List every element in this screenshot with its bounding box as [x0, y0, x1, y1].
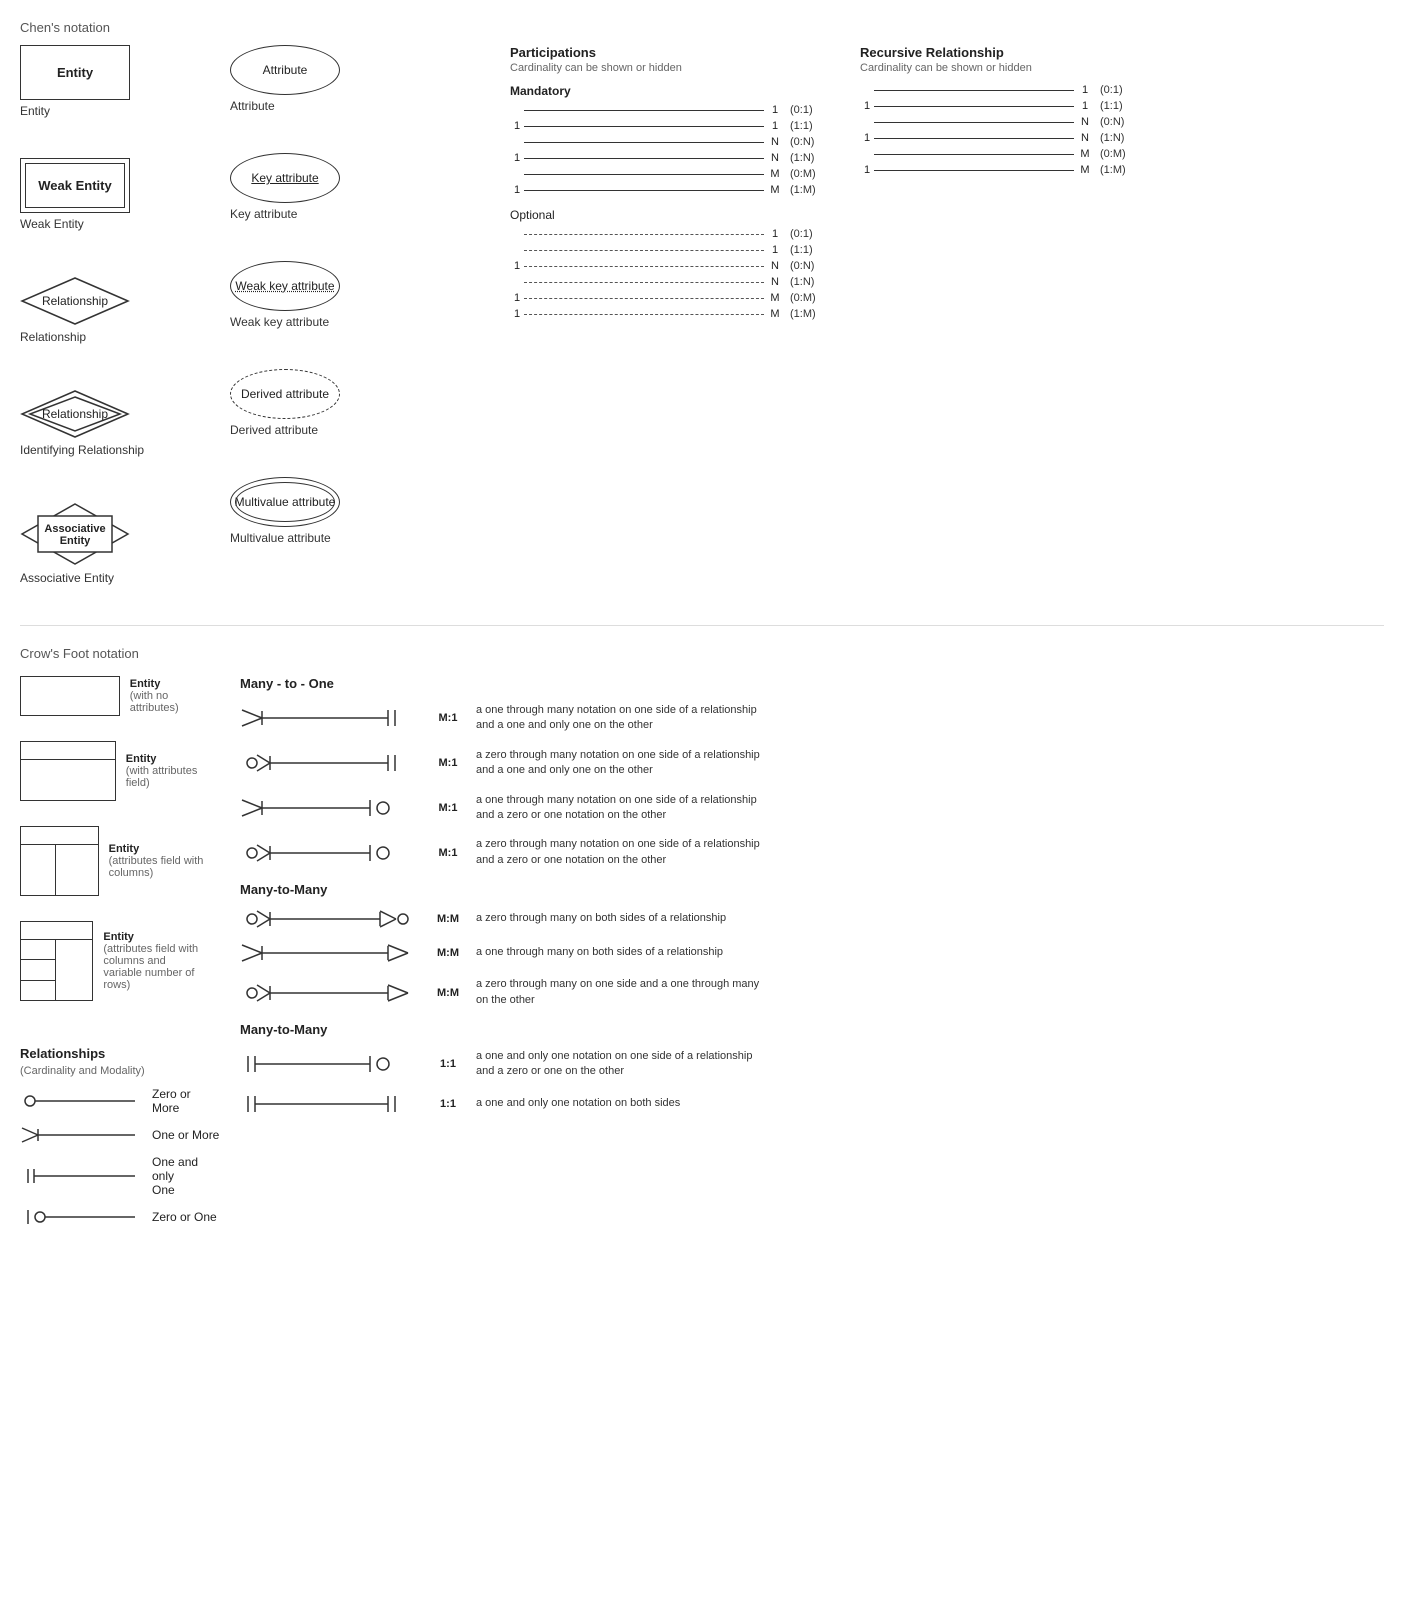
m1-4-svg — [240, 841, 420, 865]
participations-col: Participations Cardinality can be shown … — [510, 45, 830, 324]
crows-title: Crow's Foot notation — [20, 646, 1384, 661]
dashed-line — [524, 298, 764, 299]
optional-1n: N (1:N) — [510, 276, 830, 288]
recursive-col: Recursive Relationship Cardinality can b… — [860, 45, 1140, 180]
legend-zero-one: Zero or One — [20, 1207, 220, 1227]
attribute-row: Attribute Attribute — [230, 45, 450, 113]
11-row2: 1:1 a one and only one notation on both … — [240, 1094, 1384, 1114]
one-only-svg — [20, 1166, 140, 1186]
assoc-entity-row: AssociativeEntity Associative Entity — [20, 502, 200, 585]
cf-entity3-box — [20, 826, 99, 896]
chens-section: Chen's notation Entity Entity Weak Entit… — [20, 20, 1384, 595]
multivalue-attr-ellipse: Multivalue attribute — [230, 477, 340, 527]
zero-one-svg — [20, 1207, 140, 1227]
cf-entity2-row: Entity (with attributes field) — [20, 741, 220, 801]
zero-more-svg — [20, 1091, 140, 1111]
relationship-row: Relationship Relationship — [20, 276, 200, 344]
weak-key-attr-row: Weak key attribute Weak key attribute — [230, 261, 450, 329]
mm-3-svg — [240, 981, 420, 1005]
11-2-svg — [240, 1092, 420, 1116]
one-more-svg — [20, 1125, 140, 1145]
mandatory-1n: 1 N (1:N) — [510, 152, 830, 164]
solid-line — [524, 174, 764, 175]
recursive-1m: 1 M (1:M) — [860, 164, 1140, 176]
dashed-line — [524, 314, 764, 315]
dashed-line — [524, 266, 764, 267]
optional-11: 1 (1:1) — [510, 244, 830, 256]
derived-attr-ellipse: Derived attribute — [230, 369, 340, 419]
identifying-diamond: Relationship — [20, 389, 130, 439]
solid-line — [524, 110, 764, 111]
m1-row3: M:1 a one through many notation on one s… — [240, 793, 1384, 824]
recursive-0n: N (0:N) — [860, 116, 1140, 128]
11-row1: 1:1 a one and only one notation on one s… — [240, 1049, 1384, 1080]
mandatory-0n: N (0:N) — [510, 136, 830, 148]
m1-row4: M:1 a zero through many notation on one … — [240, 837, 1384, 868]
entity-box: Entity — [20, 45, 130, 100]
cf-entity1-row: Entity (with no attributes) — [20, 676, 220, 716]
solid-line — [524, 158, 764, 159]
recursive-0m: M (0:M) — [860, 148, 1140, 160]
derived-attr-row: Derived attribute Derived attribute — [230, 369, 450, 437]
mandatory-01: 1 (0:1) — [510, 104, 830, 116]
shapes-col: Entity Entity Weak Entity Weak Entity — [20, 45, 200, 595]
mandatory-11: 1 1 (1:1) — [510, 120, 830, 132]
multivalue-attr-row: Multivalue attribute Multivalue attribut… — [230, 477, 450, 545]
attrs-col: Attribute Attribute Key attribute Key at… — [230, 45, 450, 545]
mandatory-1m: 1 M (1:M) — [510, 184, 830, 196]
cf-entity3-row: Entity (attributes field with columns) — [20, 826, 220, 896]
m1-1-svg — [240, 706, 420, 730]
dashed-line — [524, 234, 764, 235]
dashed-line — [524, 282, 764, 283]
m1-3-svg — [240, 796, 420, 820]
recursive-01: 1 (0:1) — [860, 84, 1140, 96]
relationships-legend: Relationships (Cardinality and Modality)… — [20, 1046, 220, 1237]
recursive-11: 1 1 (1:1) — [860, 100, 1140, 112]
mm-row2: M:M a one through many on both sides of … — [240, 943, 1384, 963]
mm-2-svg — [240, 941, 420, 965]
relationship-diamond: Relationship — [20, 276, 130, 326]
mandatory-0m: M (0:M) — [510, 168, 830, 180]
mm-row1: M:M a zero through many on both sides of… — [240, 909, 1384, 929]
cf-entity1-box — [20, 676, 120, 716]
entity-row: Entity Entity — [20, 45, 200, 118]
weak-entity-row: Weak Entity Weak Entity — [20, 158, 200, 231]
many-to-one-title: Many - to - One — [240, 676, 1384, 691]
cf-entity2-box — [20, 741, 116, 801]
solid-line — [524, 142, 764, 143]
attribute-ellipse: Attribute — [230, 45, 340, 95]
chens-title: Chen's notation — [20, 20, 1384, 35]
key-attr-ellipse: Key attribute — [230, 153, 340, 203]
m1-row2: M:1 a zero through many notation on one … — [240, 748, 1384, 779]
optional-1m: 1 M (1:M) — [510, 308, 830, 320]
solid-line — [524, 190, 764, 191]
legend-one-more: One or More — [20, 1125, 220, 1145]
dashed-line — [524, 250, 764, 251]
cf-entity4-box — [20, 921, 93, 1001]
optional-01: 1 (0:1) — [510, 228, 830, 240]
legend-zero-more: Zero or More — [20, 1087, 220, 1115]
cf-entity4-row: Entity (attributes field with columns an… — [20, 921, 220, 1001]
mm-row3: M:M a zero through many on one side and … — [240, 977, 1384, 1008]
11-1-svg — [240, 1052, 420, 1076]
identifying-rel-row: Relationship Identifying Relationship — [20, 389, 200, 457]
optional-0n: 1 N (0:N) — [510, 260, 830, 272]
many-to-many2-title: Many-to-Many — [240, 1022, 1384, 1037]
weak-key-attr-ellipse: Weak key attribute — [230, 261, 340, 311]
assoc-entity-shape: AssociativeEntity — [20, 502, 130, 567]
crow-relations-col: Many - to - One M:1 — [240, 676, 1384, 1128]
optional-0m: 1 M (0:M) — [510, 292, 830, 304]
key-attr-row: Key attribute Key attribute — [230, 153, 450, 221]
m1-row1: M:1 a one through many notation on one s… — [240, 703, 1384, 734]
solid-line — [524, 126, 764, 127]
weak-entity-box: Weak Entity — [20, 158, 130, 213]
legend-one-only: One and only One — [20, 1155, 220, 1197]
m1-2-svg — [240, 751, 420, 775]
many-to-many-title: Many-to-Many — [240, 882, 1384, 897]
recursive-1n: 1 N (1:N) — [860, 132, 1140, 144]
crows-entities-col: Entity (with no attributes) Entity (with… — [20, 676, 220, 1237]
crows-section: Crow's Foot notation Entity (with no att… — [20, 625, 1384, 1237]
mm-1-svg — [240, 907, 420, 931]
